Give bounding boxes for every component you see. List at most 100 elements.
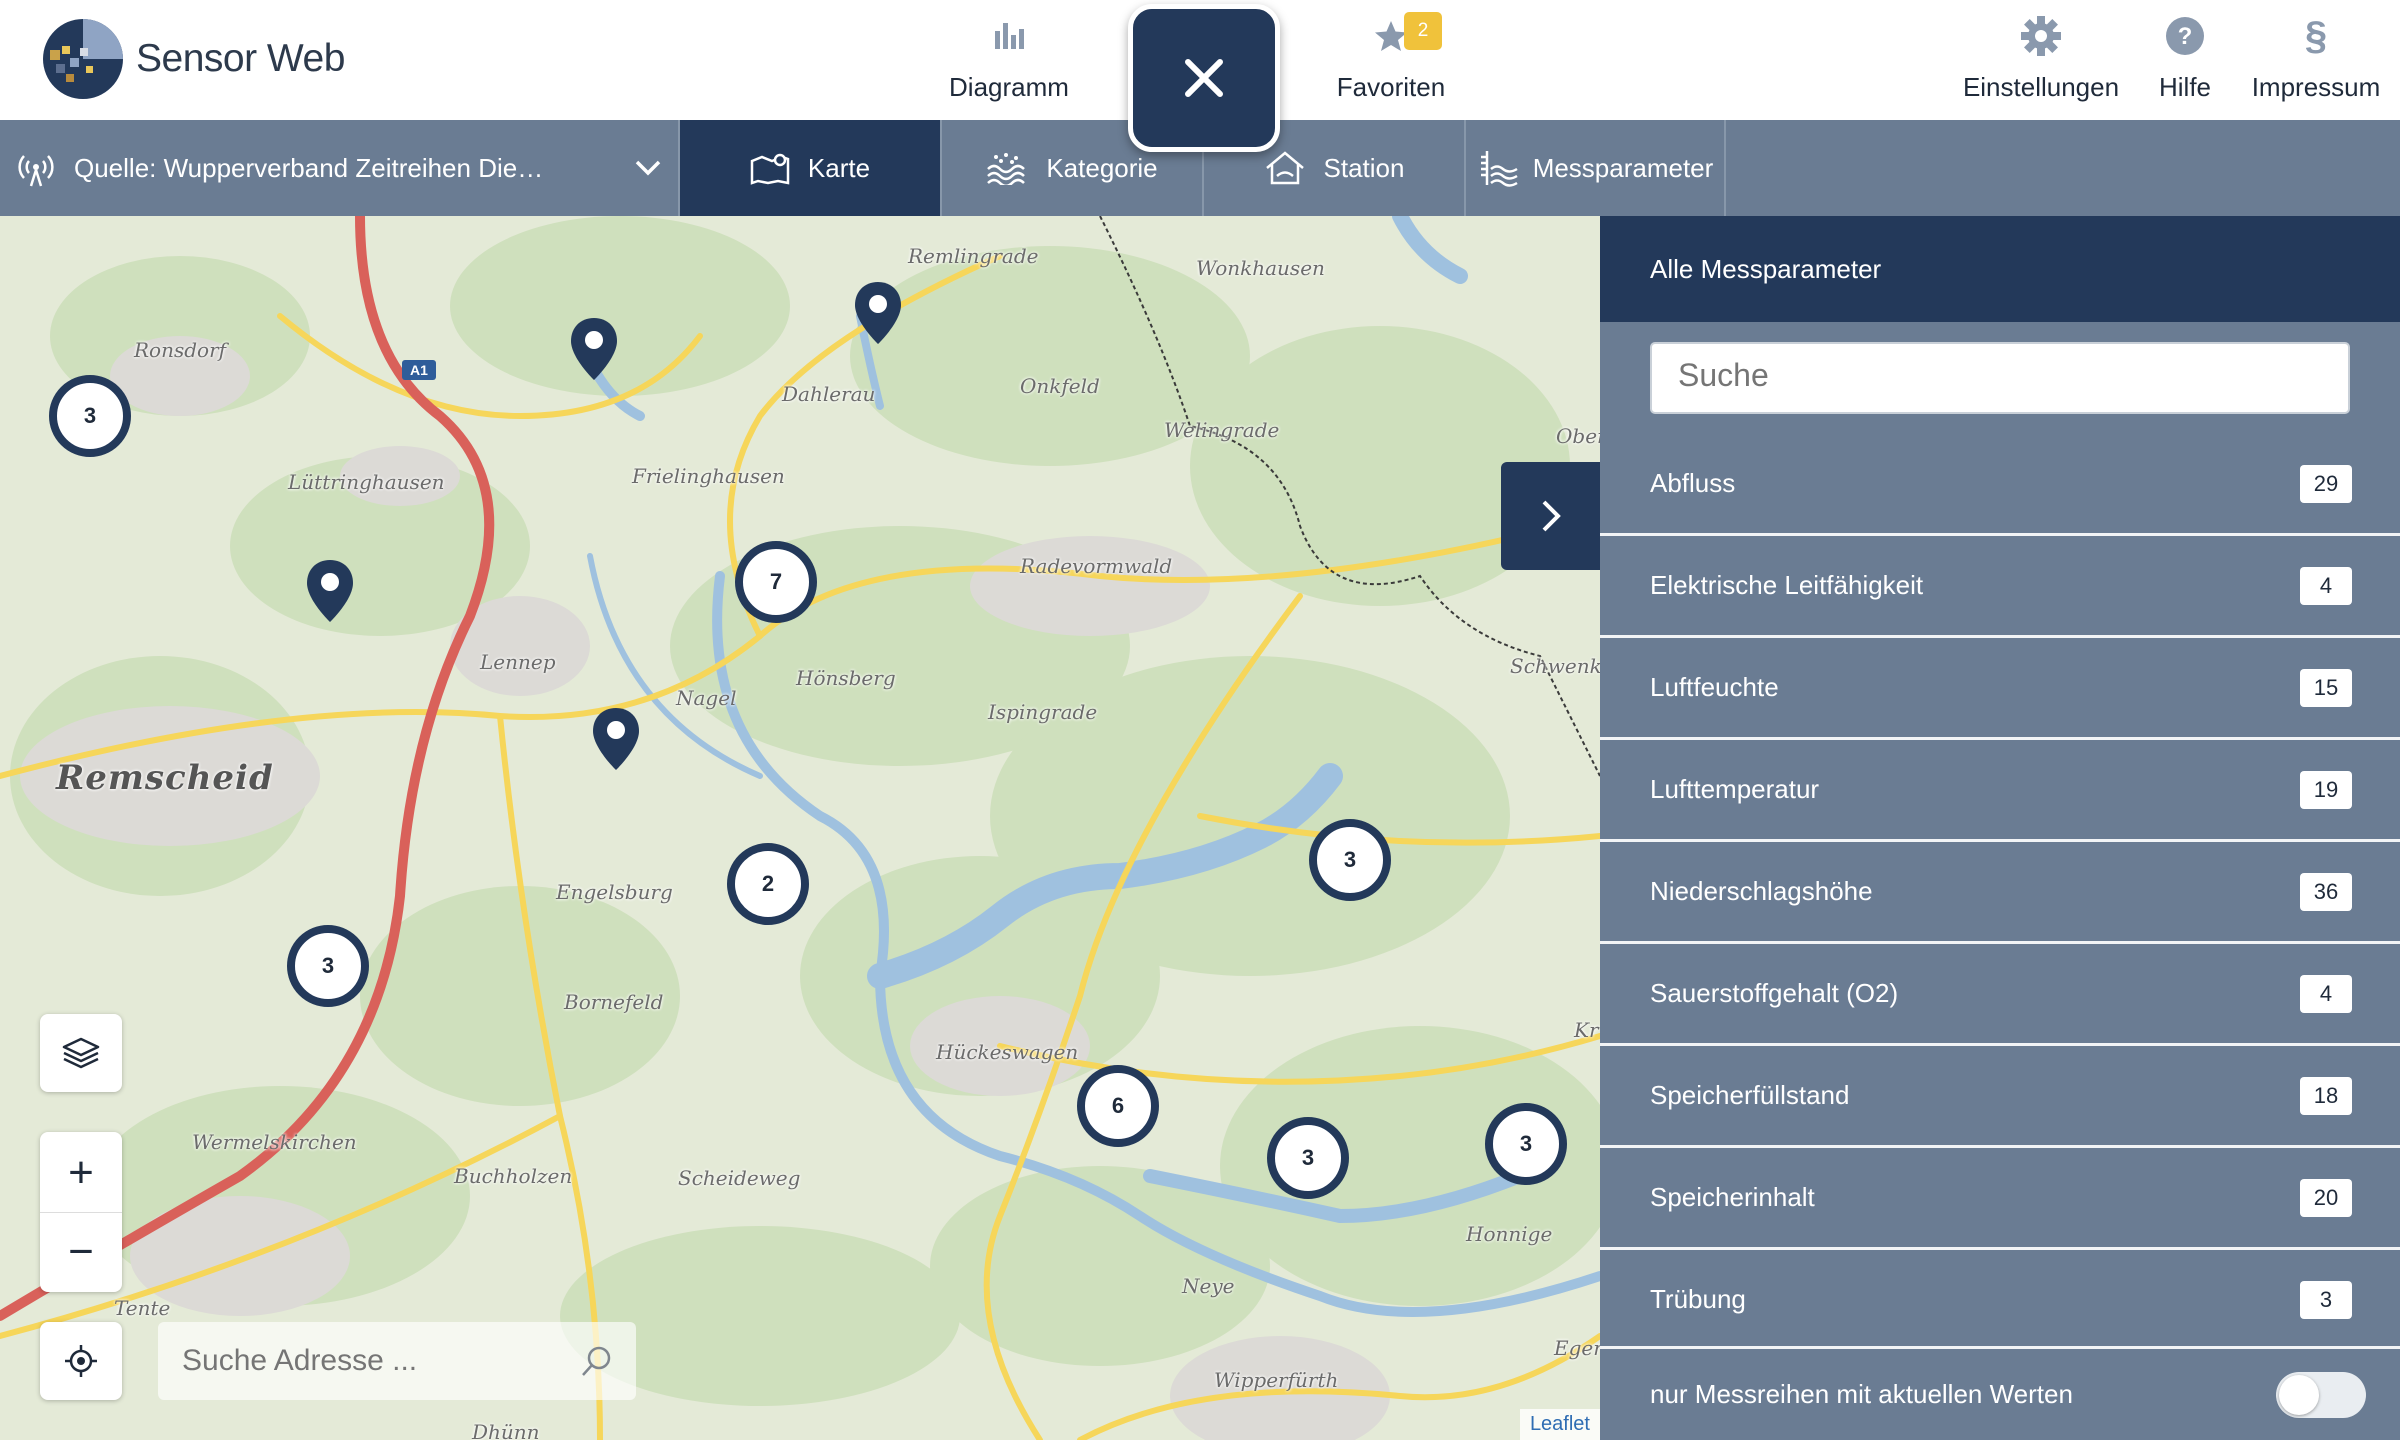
list-item[interactable]: Speicherinhalt 20 [1600,1148,2400,1250]
close-button[interactable] [1128,4,1280,152]
current-values-toggle[interactable] [2276,1371,2366,1418]
app-name: Sensor Web [136,37,345,80]
list-item[interactable]: Trübung 3 [1600,1250,2400,1352]
station-cluster[interactable]: 7 [735,541,817,623]
parameter-count-badge: 19 [2300,770,2352,809]
locate-button[interactable] [40,1322,122,1400]
source-selector[interactable]: Quelle: Wupperverband Zeitreihen Die… [0,120,678,216]
station-cluster[interactable]: 6 [1077,1065,1159,1147]
map-attribution-link[interactable]: Leaflet [1519,1409,1600,1440]
place-label: Hönsberg [796,666,896,690]
close-icon [1185,59,1223,97]
station-marker-icon[interactable] [591,706,641,772]
address-search [158,1322,636,1400]
station-cluster[interactable]: 2 [727,843,809,925]
station-marker-icon[interactable] [305,558,355,624]
place-label: Scheideweg [678,1166,801,1190]
station-cluster[interactable]: 3 [1267,1117,1349,1199]
antenna-icon [18,155,54,187]
sensor-web-logo-icon [43,19,123,99]
place-label: Dhünn [472,1420,540,1440]
list-item[interactable]: Elektrische Leitfähigkeit 4 [1600,536,2400,638]
tab-messparameter[interactable]: Messparameter [1464,120,1726,216]
place-label: Frielinghausen [632,464,785,488]
place-label: Tente [114,1296,171,1320]
place-label: Wipperfürth [1214,1368,1339,1392]
crosshair-icon [65,1345,97,1377]
place-label: Engelsburg [556,880,673,904]
parameter-search-input[interactable] [1676,356,2320,395]
current-values-label: nur Messreihen mit aktuellen Werten [1650,1379,2073,1409]
map-icon [750,153,790,185]
place-label: Dahlerau [782,382,876,406]
help-button[interactable]: ? Hilfe [2150,14,2220,103]
place-label: Lennep [480,650,556,674]
source-label: Quelle: Wupperverband Zeitreihen Die… [74,152,544,183]
place-label: Wonkhausen [1196,256,1325,280]
imprint-label: Impressum [2251,72,2381,102]
tab-karte-label: Karte [807,152,871,183]
parameter-label: Speicherfüllstand [1650,1080,1850,1110]
parameter-label: Elektrische Leitfähigkeit [1650,570,1924,600]
parameter-label: Sauerstoffgehalt (O2) [1650,978,1899,1008]
question-icon: ? [2166,17,2204,55]
place-label: Buchholzen [454,1164,573,1188]
tab-karte[interactable]: Karte [678,120,940,216]
zoom-in-button[interactable]: + [40,1134,122,1213]
list-item[interactable]: Sauerstoffgehalt (O2) 4 [1600,944,2400,1046]
parameter-count-badge: 18 [2300,1076,2352,1115]
list-item[interactable]: Luftfeuchte 15 [1600,638,2400,740]
place-label: Welingrade [1164,418,1280,442]
parameter-panel: Alle Messparameter Abfluss 29 Elektrische… [1600,216,2400,1440]
list-item[interactable]: Niederschlagshöhe 36 [1600,842,2400,944]
parameter-count-badge: 3 [2300,1280,2352,1319]
favorites-count-badge: 2 [1404,12,1442,50]
parameter-label: Luftfeuchte [1650,672,1779,702]
station-cluster[interactable]: 3 [287,925,369,1007]
panel-title: Alle Messparameter [1600,216,2400,322]
station-cluster[interactable]: 3 [49,375,131,457]
place-label: Hückeswagen [936,1040,1079,1064]
layers-button[interactable] [40,1014,122,1092]
water-icon [987,153,1026,185]
place-label: Wermelskirchen [192,1130,357,1154]
diagram-button[interactable]: Diagramm [944,14,1074,103]
list-item[interactable]: Lufttemperatur 19 [1600,740,2400,842]
parameter-label: Abfluss [1650,468,1736,498]
panel-toggle-button[interactable] [1501,462,1600,570]
favorites-button[interactable]: 2 Favoriten [1326,12,1456,103]
map-view[interactable]: A1 Remlingrade Wonkhausen Ronsdorf Dahle… [0,216,1600,1440]
parameter-label: Speicherinhalt [1650,1182,1815,1212]
station-marker-icon[interactable] [569,316,619,382]
chevron-down-icon [635,160,661,176]
gear-icon [2021,16,2061,56]
station-cluster[interactable]: 3 [1485,1103,1567,1185]
address-search-input[interactable] [180,1343,564,1379]
help-label: Hilfe [2158,72,2211,102]
imprint-button[interactable]: § Impressum [2250,14,2382,103]
station-cluster[interactable]: 3 [1309,819,1391,901]
current-values-filter: nur Messreihen mit aktuellen Werten [1600,1346,2400,1440]
top-bar: Sensor Web Diagramm 2 Favoriten Einstell… [0,0,2400,152]
app-logo[interactable]: Sensor Web [40,14,345,104]
parameter-label: Trübung [1650,1284,1746,1314]
place-label: Neye [1182,1274,1235,1298]
parameter-count-badge: 36 [2300,872,2352,911]
favorites-label: Favoriten [1336,72,1446,102]
list-item[interactable]: Speicherfüllstand 18 [1600,1046,2400,1148]
zoom-control: + − [40,1132,122,1292]
place-label: Schwenke [1510,654,1600,678]
search-icon[interactable] [580,1344,614,1378]
parameter-search [1650,342,2350,414]
place-label: Remlingrade [908,244,1039,268]
zoom-out-button[interactable]: − [40,1213,122,1291]
place-label: Honnige [1466,1222,1553,1246]
settings-button[interactable]: Einstellungen [1956,14,2126,103]
place-label: Lüttringhausen [288,470,445,494]
place-label: Kr [1574,1018,1599,1042]
diagram-label: Diagramm [949,72,1069,102]
parameter-count-badge: 4 [2300,566,2352,605]
station-marker-icon[interactable] [853,280,903,346]
place-label: Ispingrade [988,700,1098,724]
list-item[interactable]: Abfluss 29 [1600,434,2400,536]
